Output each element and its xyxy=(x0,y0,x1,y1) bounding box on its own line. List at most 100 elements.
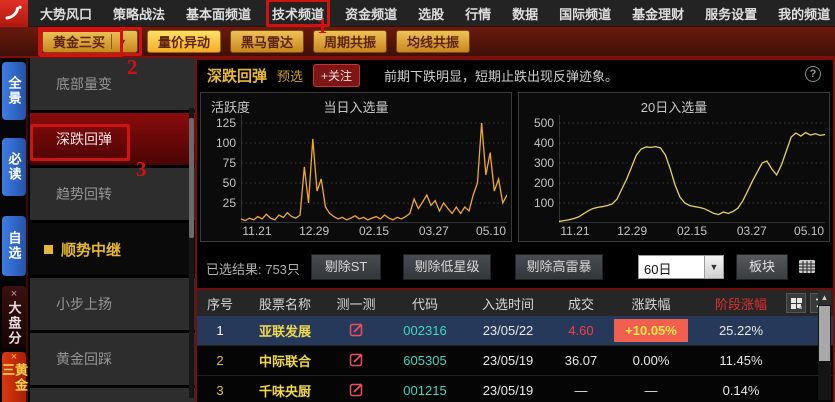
stock-code: 002316 xyxy=(403,323,447,338)
filter-button-剔除高雷暴[interactable]: 剔除高雷暴 xyxy=(515,254,603,280)
filter-button-剔除低星级[interactable]: 剔除低星级 xyxy=(403,254,491,280)
annotation-number-1: 1 xyxy=(317,14,328,38)
toolbar-button-黄金三买[interactable]: 黄金三买 ▼ xyxy=(38,27,142,56)
sidebar-item-label: 小步上扬 xyxy=(56,296,112,312)
follow-button[interactable]: +关注 xyxy=(313,63,361,87)
layout-grid-icon[interactable] xyxy=(786,293,806,313)
table-scrollbar[interactable]: ▲ xyxy=(818,290,831,400)
side-tab-label: 全景 xyxy=(6,76,22,106)
side-tab-黄金三[interactable]: × 黄金三 xyxy=(0,352,28,402)
chart-plot xyxy=(241,115,507,223)
toolbar-buttons: 黄金三买 ▼ 量价异动 黑马雷达 周期共振 均线共振 xyxy=(38,27,470,56)
nav-item-服务设置[interactable]: 服务设置 xyxy=(705,4,757,23)
app-logo-icon[interactable] xyxy=(0,0,28,27)
nav-item-数据[interactable]: 数据 xyxy=(512,4,538,23)
nav-item-资金频道[interactable]: 资金频道 xyxy=(345,4,397,23)
edit-icon[interactable] xyxy=(349,382,364,400)
sidebar-item-label: 黄金回踩 xyxy=(56,351,112,367)
sidebar-item-label: 趋势回转 xyxy=(56,186,112,202)
sidebar-item-周线上摆[interactable]: 周线上摆 xyxy=(30,388,195,402)
y-tick-label: 100 xyxy=(215,136,236,150)
x-tick-label: 12.29 xyxy=(617,224,648,238)
nav-item-大势风口[interactable]: 大势风口 xyxy=(40,4,92,23)
toolbar-button-均线共振[interactable]: 均线共振 xyxy=(395,30,470,53)
period-select-value: 60日 xyxy=(644,262,672,277)
sidebar-item-黄金回踩[interactable]: 黄金回踩 xyxy=(30,333,195,385)
nav-item-国际频道[interactable]: 国际频道 xyxy=(559,4,611,23)
stock-name[interactable]: 中际联合 xyxy=(243,351,327,370)
toolbar-button-label: 黄金三买 xyxy=(53,35,106,50)
result-count: 已选结果: 753只 xyxy=(206,262,300,277)
nav-item-基金理财[interactable]: 基金理财 xyxy=(632,4,684,23)
x-tick-label: 12.29 xyxy=(299,224,330,238)
column-header-涨跌幅[interactable]: 涨跌幅 xyxy=(611,294,691,313)
x-tick-label: 05.10 xyxy=(476,224,507,238)
edit-icon[interactable] xyxy=(349,352,364,370)
y-tick-label: 400 xyxy=(533,136,554,150)
x-tick-label: 11.21 xyxy=(560,224,590,238)
y-tick-label: 500 xyxy=(533,116,554,130)
divider xyxy=(111,34,113,49)
top-nav-items: 大势风口 策略战法 基本面频道 技术频道 资金频道 选股 行情 数据 国际频道 基金理财 服务设置我… xyxy=(28,0,830,27)
sidebar-item-底部量变[interactable]: 底部量变 xyxy=(30,58,195,110)
period-select[interactable]: 60日 ▼ xyxy=(638,255,724,279)
side-tab-自选[interactable]: 自选 xyxy=(2,216,26,276)
nav-item-我的频道[interactable]: 我的频道 xyxy=(778,4,830,23)
close-icon[interactable]: × xyxy=(11,352,17,363)
side-tab-必读[interactable]: 必读 xyxy=(2,138,26,196)
sidebar-scrollbar-thumb[interactable] xyxy=(189,118,194,238)
strategy-subtitle[interactable]: 预选 xyxy=(277,66,303,85)
close-icon[interactable]: × xyxy=(11,288,17,301)
nav-item-策略战法[interactable]: 策略战法 xyxy=(113,4,165,23)
x-tick-label: 11.21 xyxy=(242,224,272,238)
nav-item-基本面频道[interactable]: 基本面频道 xyxy=(186,4,251,23)
dropdown-arrow-icon[interactable]: ▼ xyxy=(704,256,723,278)
chevron-down-icon[interactable]: ▼ xyxy=(118,37,127,47)
sidebar-item-深跌回弹[interactable]: 深跌回弹 xyxy=(30,113,195,165)
row-index: 1 xyxy=(216,323,224,338)
change-percent: +10.05% xyxy=(611,319,691,342)
stock-name[interactable]: 亚联发展 xyxy=(243,321,327,340)
column-header-阶段涨幅[interactable]: 阶段涨幅 xyxy=(691,294,791,313)
nav-item-行情[interactable]: 行情 xyxy=(465,4,491,23)
column-header-代码[interactable]: 代码 xyxy=(385,294,465,313)
scroll-up-icon[interactable]: ▲ xyxy=(818,290,831,305)
column-header-测一测[interactable]: 测一测 xyxy=(327,294,385,313)
x-tick-label: 03.27 xyxy=(418,224,449,238)
table-row[interactable]: 1 亚联发展 002316 23/05/22 4.60 +10.05% 25.22% xyxy=(197,316,833,346)
side-tab-全景[interactable]: 全景 xyxy=(2,62,26,120)
table-scrollbar-thumb[interactable] xyxy=(819,306,830,361)
nav-item-选股[interactable]: 选股 xyxy=(418,4,444,23)
sidebar-item-小步上扬[interactable]: 小步上扬 xyxy=(30,278,195,330)
strategy-description: 前期下跌明显，短期止跌出现反弹迹象。 xyxy=(384,68,619,84)
strategy-toolbar: 黄金三买 ▼ 量价异动 黑马雷达 周期共振 均线共振 xyxy=(0,27,835,58)
sector-button[interactable]: 板块 xyxy=(736,254,788,280)
toolbar-button-量价异动[interactable]: 量价异动 xyxy=(146,30,221,53)
help-icon[interactable]: ? xyxy=(805,66,821,82)
chart-title: 当日入选量 xyxy=(323,100,389,115)
sidebar-item-顺势中继[interactable]: 顺势中继 xyxy=(30,223,195,275)
stock-name[interactable]: 千味央厨 xyxy=(243,381,327,400)
sidebar-item-label: 底部量变 xyxy=(56,76,112,92)
table-row[interactable]: 2 中际联合 605305 23/05/19 36.07 0.00% 11.45% xyxy=(197,346,833,376)
grid-view-icon[interactable] xyxy=(797,256,819,278)
column-header-入选时间[interactable]: 入选时间 xyxy=(465,294,551,313)
sidebar-scrollbar[interactable] xyxy=(189,108,194,398)
column-header-序号[interactable]: 序号 xyxy=(197,294,243,313)
column-header-成交[interactable]: 成交 xyxy=(551,294,611,313)
side-tab-大盘分[interactable]: × 大盘分 xyxy=(2,286,26,348)
chart-middle: 100 200 300 400 500 xyxy=(523,115,825,223)
y-tick-label: 25 xyxy=(222,196,236,210)
toolbar-button-黑马雷达[interactable]: 黑马雷达 xyxy=(229,30,304,53)
filter-button-剔除ST[interactable]: 剔除ST xyxy=(311,254,381,280)
selection-date: 23/05/19 xyxy=(482,383,534,398)
main-panel: 深跌回弹 预选 +关注 前期下跌明显，短期止跌出现反弹迹象。 ? 活跃度 当日入选… xyxy=(195,58,835,402)
charts-area: 活跃度 当日入选量 25 50 75 100 125 11.21 12.29 02.15 03.27… xyxy=(197,90,833,246)
y-tick-label: 300 xyxy=(533,156,554,170)
side-tab-label: 黄金三 xyxy=(0,362,28,393)
20day-selection-chart: 20日入选量 100 200 300 400 500 11.21 12.29 02.15 03.2… xyxy=(518,92,830,242)
sidebar-item-趋势回转[interactable]: 趋势回转 xyxy=(30,168,195,220)
edit-icon[interactable] xyxy=(349,322,364,340)
table-row[interactable]: 3 千味央厨 001215 23/05/19 — — 0.14% xyxy=(197,376,833,402)
column-header-股票名称[interactable]: 股票名称 xyxy=(243,294,327,313)
